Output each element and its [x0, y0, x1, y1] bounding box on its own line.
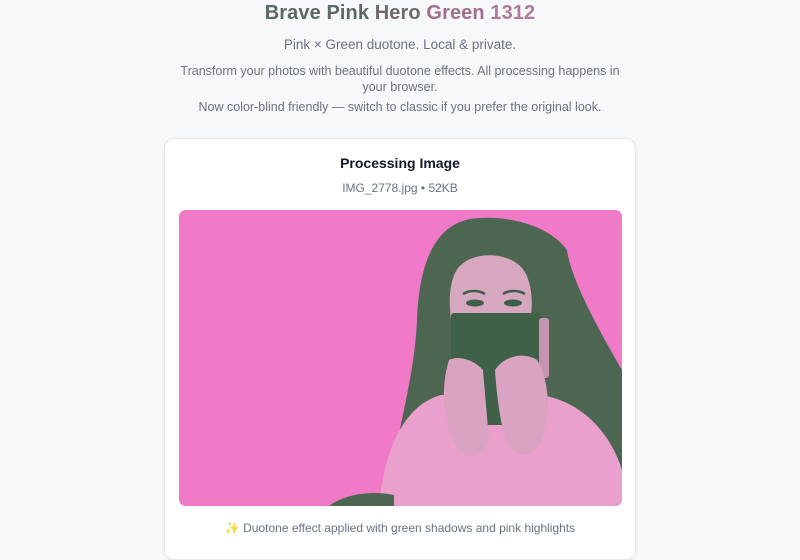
title-part-3: Green [426, 2, 485, 24]
title-part-4: 1312 [490, 2, 536, 24]
page-title: Brave Pink Hero Green 1312 [0, 2, 800, 25]
title-part-2: Hero [374, 2, 421, 24]
page-description: Transform your photos with beautiful duo… [180, 64, 620, 94]
file-info: IMG_2778.jpg • 52KB [342, 181, 458, 195]
page-subtitle: Pink × Green duotone. Local & private. [283, 37, 517, 52]
title-part-1: Brave Pink [264, 2, 370, 24]
card-title: Processing Image [340, 155, 460, 171]
effect-caption: ✨ Duotone effect applied with green shad… [224, 521, 576, 535]
duotone-photo [179, 210, 622, 506]
color-blind-note: Now color-blind friendly — switch to cla… [198, 100, 602, 114]
processing-card: Processing Image IMG_2778.jpg • 52KB ✨ D… [164, 138, 636, 560]
duotone-image-preview [179, 210, 622, 506]
